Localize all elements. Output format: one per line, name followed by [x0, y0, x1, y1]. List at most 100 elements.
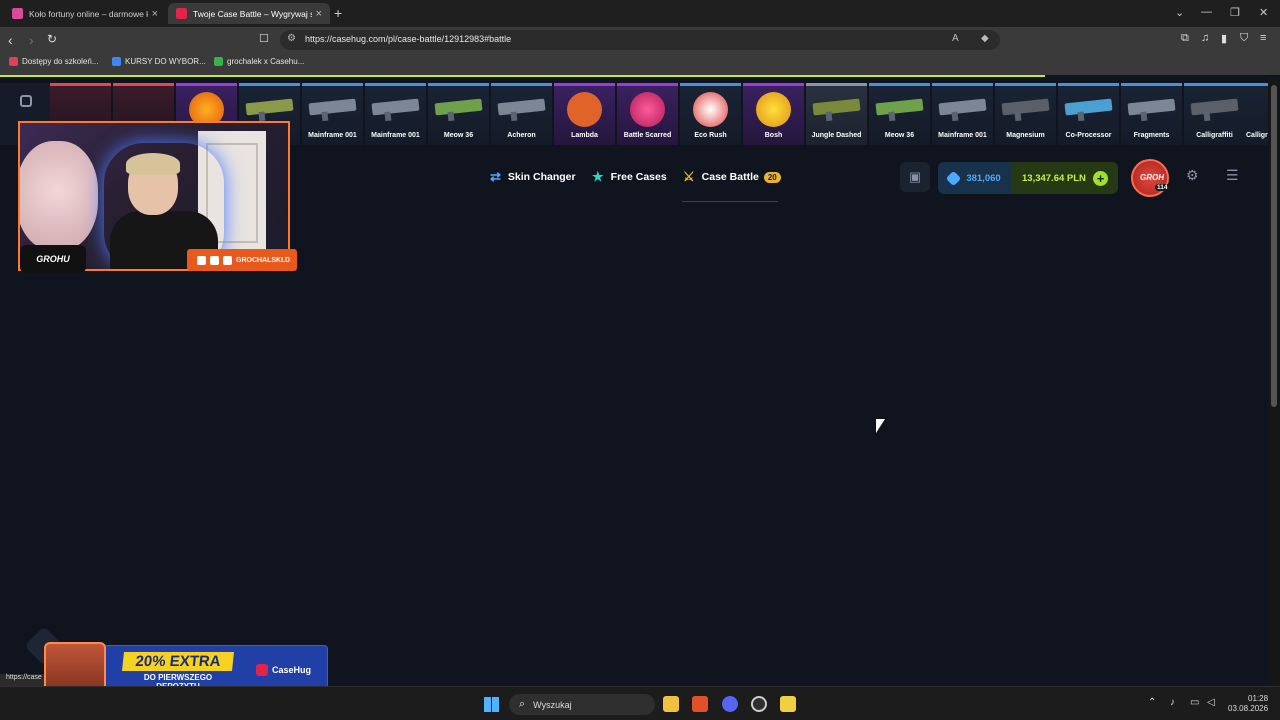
battle-count-badge: 20	[763, 171, 781, 183]
scrollbar-thumb[interactable]	[1271, 85, 1277, 407]
back-icon[interactable]: ‹	[8, 32, 13, 48]
favicon-icon	[12, 8, 23, 19]
close-window-button[interactable]: ✕	[1259, 6, 1268, 19]
tab-case-battle[interactable]: Twoje Case Battle – Wygrywaj sk ×	[168, 3, 330, 24]
teddy-bear	[20, 141, 98, 251]
close-icon[interactable]: ×	[152, 8, 158, 20]
windows-start-icon[interactable]	[484, 697, 499, 712]
casehug-logo-icon	[256, 664, 268, 676]
weapon-icon	[812, 98, 861, 116]
chevron-down-icon[interactable]: ⌄	[1175, 6, 1184, 19]
taskbar-search[interactable]: ⌕ Wyszukaj	[509, 694, 655, 715]
minimize-button[interactable]: —	[1201, 6, 1212, 18]
discord-icon[interactable]	[722, 696, 738, 712]
drop-label: Calligraffiti	[1196, 132, 1233, 139]
drop-item[interactable]: Battle Scarred	[617, 83, 678, 145]
youtube-icon	[197, 255, 206, 265]
chevron-up-icon[interactable]: ⌃	[1148, 697, 1156, 708]
drop-item[interactable]: Fragments	[1121, 83, 1182, 145]
swap-arrows-icon: ⇄	[490, 169, 501, 184]
new-tab-button[interactable]: +	[334, 5, 342, 21]
gem-icon	[946, 170, 962, 186]
volume-icon[interactable]: ◁	[1207, 697, 1215, 708]
nav-case-battle[interactable]: ⚔ Case Battle 20	[683, 169, 781, 185]
deposit-plus-icon[interactable]: +	[1093, 171, 1108, 186]
network-icon[interactable]: ▭	[1190, 697, 1199, 708]
vpn-shield-icon[interactable]: ⛉	[1240, 32, 1248, 45]
drop-item[interactable]: Co-Processor	[1058, 83, 1119, 145]
browser-navbar: ‹ › ↻ ☐ ⚙ https://casehug.com/pl/case-ba…	[0, 27, 1280, 53]
page-scrollbar[interactable]	[1268, 77, 1280, 686]
hamburger-menu-icon[interactable]: ☰	[1226, 167, 1239, 184]
gift-button[interactable]: ▣	[900, 162, 930, 192]
browser-titlebar: Koło fortuny online – darmowe koło × Two…	[0, 0, 1280, 27]
drop-label: Jungle Dashed	[811, 132, 862, 139]
obs-icon[interactable]	[751, 696, 767, 712]
bookmark-item[interactable]: KURSY DO WYBOR...	[112, 57, 206, 66]
drop-item[interactable]: Calligraffiti	[1184, 83, 1245, 145]
weapon-icon	[1190, 98, 1239, 116]
forward-icon[interactable]: ›	[29, 32, 34, 48]
weapon-icon	[1001, 98, 1050, 116]
drop-label: Co-Processor	[1065, 132, 1112, 139]
drop-label: Battle Scarred	[623, 132, 672, 139]
site-info-icon[interactable]: ⚙	[287, 33, 296, 44]
weapon-icon	[371, 98, 420, 116]
nav-free-cases[interactable]: ★ Free Cases	[592, 169, 667, 185]
user-icon[interactable]	[20, 95, 32, 107]
gear-icon[interactable]: ⚙	[1186, 167, 1199, 184]
app-icon[interactable]	[780, 696, 796, 712]
brave-browser-icon[interactable]	[692, 696, 708, 712]
coins-balance[interactable]: 381,060	[938, 162, 1011, 194]
wallet-balance[interactable]: 13,347.64 PLN +	[1011, 162, 1118, 194]
translate-icon[interactable]: A	[952, 33, 959, 44]
drop-item[interactable]: Lambda	[554, 83, 615, 145]
system-clock[interactable]: 01:28 03.08.2026	[1228, 694, 1268, 714]
favicon-icon	[176, 8, 187, 19]
maximize-button[interactable]: ❐	[1230, 6, 1240, 19]
drop-item[interactable]: Meow 36	[428, 83, 489, 145]
browser-menu-icon[interactable]: ≡	[1260, 32, 1266, 44]
nav-skin-changer[interactable]: ⇄ Skin Changer	[490, 169, 576, 185]
active-tab-underline	[682, 201, 778, 202]
extensions-icon[interactable]: ⧉	[1181, 32, 1189, 45]
shield-icon[interactable]: ◆	[981, 33, 989, 44]
sidebar-icon[interactable]: ▮	[1221, 32, 1227, 45]
bookmark-favicon-icon	[214, 57, 223, 66]
drop-label: Mainframe 001	[371, 132, 420, 139]
sticker-icon	[756, 92, 791, 127]
file-explorer-icon[interactable]	[663, 696, 679, 712]
drop-label: Meow 36	[884, 132, 915, 139]
drop-item[interactable]: Mainframe 001	[932, 83, 993, 145]
claw-marks-icon	[630, 92, 665, 127]
drop-item[interactable]: Mainframe 001	[302, 83, 363, 145]
drop-item[interactable]: Jungle Dashed	[806, 83, 867, 145]
weapon-icon	[308, 98, 357, 116]
drop-label: Magnesium	[1006, 132, 1045, 139]
tab-wheel-of-fortune[interactable]: Koło fortuny online – darmowe koło ×	[4, 3, 166, 24]
drop-item[interactable]: Eco Rush	[680, 83, 741, 145]
music-icon[interactable]: ♫	[1201, 32, 1209, 44]
bookmark-icon[interactable]: ☐	[259, 32, 269, 45]
bookmark-item[interactable]: Dostępy do szkoleń...	[9, 57, 98, 66]
close-icon[interactable]: ×	[316, 8, 322, 20]
drop-item[interactable]: Meow 36	[869, 83, 930, 145]
search-icon: ⌕	[519, 698, 526, 710]
drop-item[interactable]: Mainframe 001	[365, 83, 426, 145]
weapon-icon	[1127, 98, 1176, 116]
lambda-icon	[567, 92, 602, 127]
level-badge: 114	[1155, 184, 1170, 191]
weapon-icon	[875, 98, 924, 116]
address-bar[interactable]: ⚙ https://casehug.com/pl/case-battle/129…	[280, 30, 1000, 50]
microphone-icon[interactable]: ♪	[1170, 697, 1175, 708]
tiktok-icon	[210, 255, 219, 265]
tab-title: Koło fortuny online – darmowe koło	[29, 8, 148, 19]
reload-icon[interactable]: ↻	[47, 32, 57, 46]
avatar[interactable]: GROH	[1131, 159, 1169, 197]
drop-item[interactable]: Magnesium	[995, 83, 1056, 145]
drop-item[interactable]: Bosh	[743, 83, 804, 145]
drop-label: Mainframe 001	[938, 132, 987, 139]
drop-item[interactable]: Calligr	[1243, 83, 1268, 145]
drop-item[interactable]: Acheron	[491, 83, 552, 145]
bookmark-item[interactable]: grochalek x Casehu...	[214, 57, 304, 66]
